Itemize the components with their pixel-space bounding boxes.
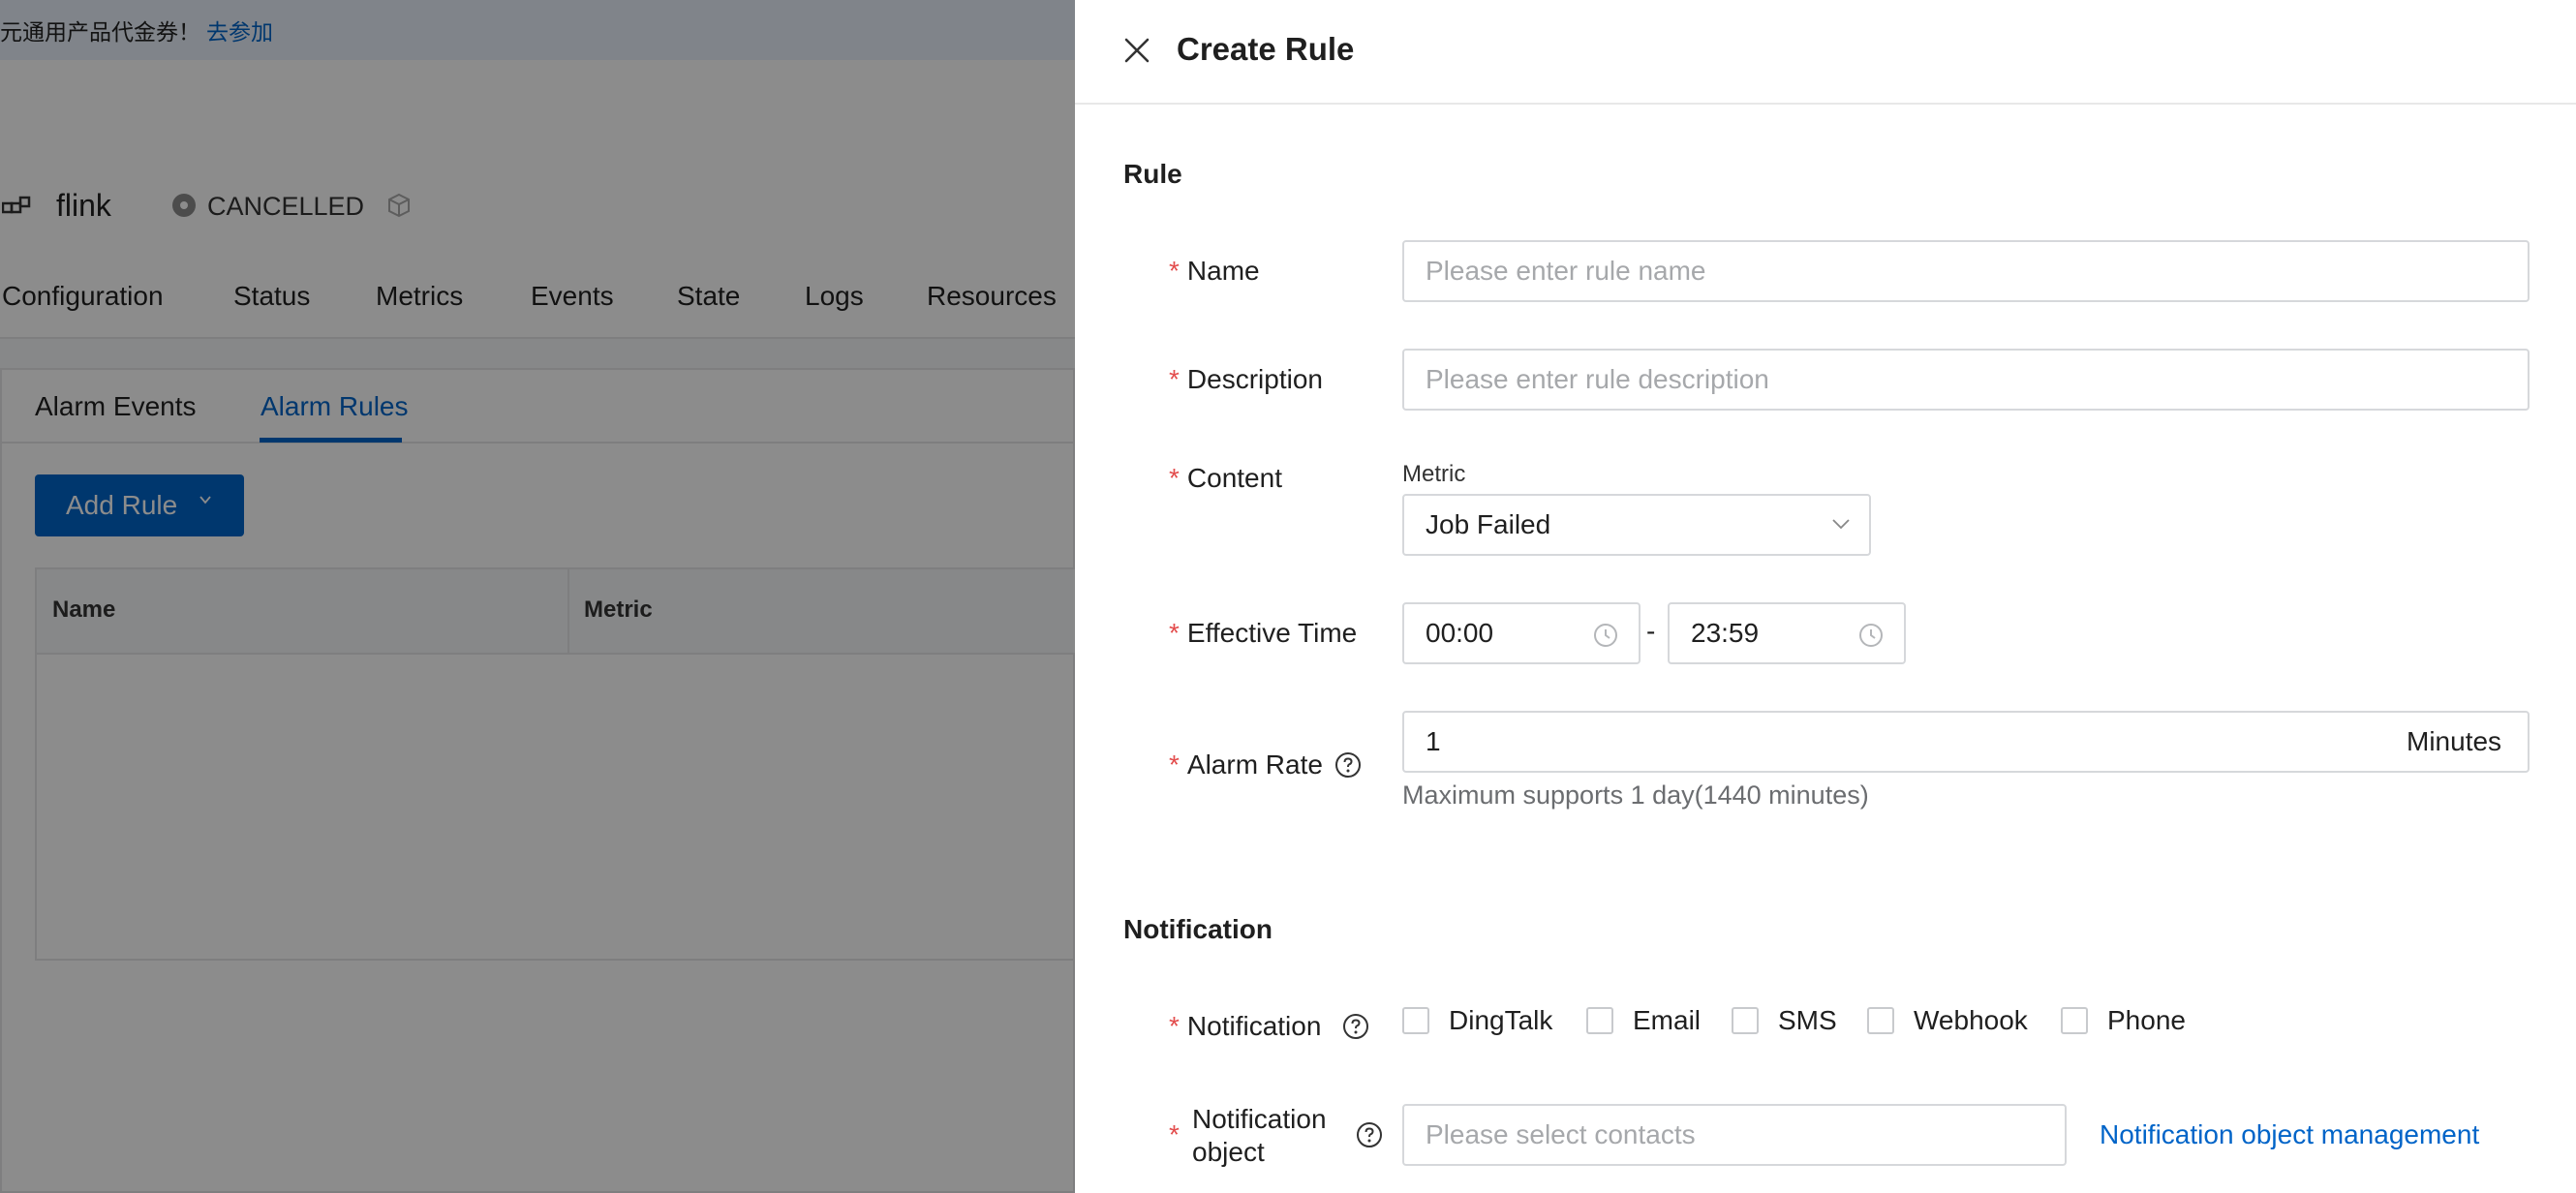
notification-label: * Notification <box>1169 1011 1322 1041</box>
metric-select[interactable]: Job Failed <box>1402 494 1871 556</box>
notification-object-management-link[interactable]: Notification object management <box>2100 1119 2479 1150</box>
clock-icon <box>1594 624 1617 647</box>
background-page: 元通用产品代金券！ 去参加 flink CANCELLED Configurati… <box>0 0 1075 1193</box>
time-separator: - <box>1646 616 1656 646</box>
checkbox-email[interactable]: Email <box>1586 1005 1712 1038</box>
content-label: * Content <box>1169 463 1282 493</box>
metric-select-value: Job Failed <box>1426 509 1551 539</box>
alarm-rate-hint: Maximum supports 1 day(1440 minutes) <box>1402 780 1869 810</box>
drawer-header: Create Rule <box>1075 0 2576 105</box>
notification-object-label-2: object <box>1192 1137 1265 1167</box>
checkbox-box[interactable] <box>1867 1007 1894 1034</box>
modal-overlay[interactable] <box>0 0 1075 1193</box>
effective-time-label: * Effective Time <box>1169 618 1358 648</box>
checkbox-phone[interactable]: Phone <box>2061 1005 2196 1038</box>
start-time-picker[interactable]: 00:00 <box>1402 602 1641 664</box>
help-icon[interactable] <box>1342 1013 1369 1040</box>
description-label: * Description <box>1169 364 1323 394</box>
contacts-select[interactable] <box>1402 1104 2067 1166</box>
alarm-rate-unit: Minutes <box>2407 726 2502 756</box>
notification-object-required: * <box>1169 1119 1180 1149</box>
notification-object-label: Notification <box>1192 1104 1327 1134</box>
create-rule-drawer: Create Rule Rule *Name *Description *Con… <box>1075 0 2576 1193</box>
checkbox-label: Phone <box>2107 1005 2186 1035</box>
checkbox-label: Webhook <box>1914 1005 2028 1035</box>
checkbox-label: Email <box>1633 1005 1702 1035</box>
alarm-rate-label: * Alarm Rate <box>1169 749 1323 780</box>
rule-description-input[interactable] <box>1402 349 2530 411</box>
checkbox-box[interactable] <box>1732 1007 1759 1034</box>
end-time-picker[interactable]: 23:59 <box>1668 602 1906 664</box>
chevron-down-icon <box>1832 519 1850 530</box>
rule-name-input[interactable] <box>1402 240 2530 302</box>
checkbox-label: SMS <box>1778 1005 1837 1035</box>
checkbox-box[interactable] <box>1586 1007 1613 1034</box>
alarm-rate-input[interactable] <box>1402 711 2530 773</box>
checkbox-box[interactable] <box>2061 1007 2088 1034</box>
checkbox-dingtalk[interactable]: DingTalk <box>1402 1005 1567 1038</box>
end-time-value: 23:59 <box>1691 618 1760 648</box>
start-time-value: 00:00 <box>1426 618 1494 648</box>
metric-label: Metric <box>1402 461 1466 487</box>
checkbox-webhook[interactable]: Webhook <box>1867 1005 2041 1038</box>
checkbox-box[interactable] <box>1402 1007 1429 1034</box>
notification-section-title: Notification <box>1123 914 1273 944</box>
drawer-title: Create Rule <box>1177 31 1355 67</box>
checkbox-label: DingTalk <box>1449 1005 1553 1035</box>
help-icon[interactable] <box>1356 1121 1383 1148</box>
clock-icon <box>1859 624 1883 647</box>
name-label: * Name <box>1169 256 1260 286</box>
rule-section-title: Rule <box>1123 159 1182 189</box>
close-icon[interactable] <box>1121 35 1152 66</box>
checkbox-sms[interactable]: SMS <box>1732 1005 1848 1038</box>
help-icon[interactable] <box>1334 751 1362 779</box>
